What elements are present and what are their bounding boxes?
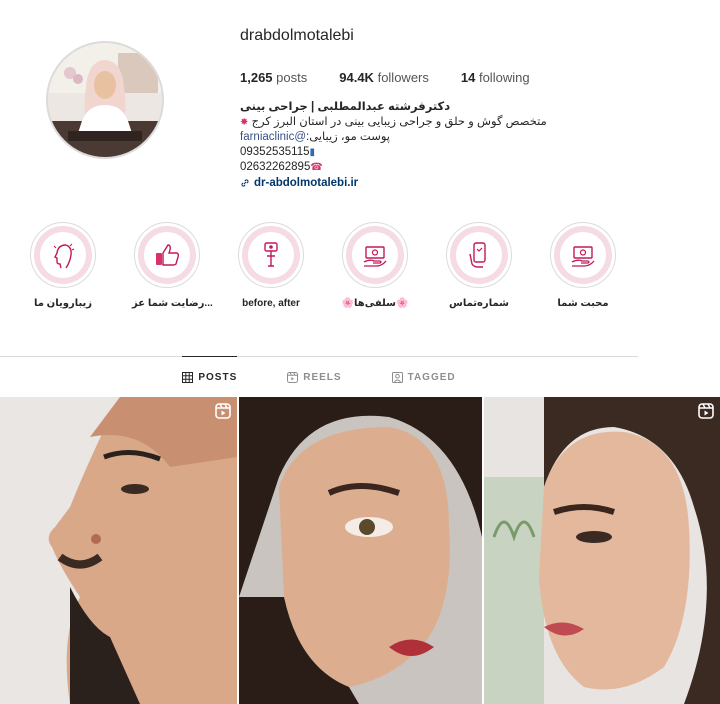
- reels-icon: [287, 371, 299, 383]
- profile-tabs: POSTS REELS TAGGED: [0, 356, 638, 396]
- grid-icon: [182, 372, 194, 383]
- tab-reels-label: REELS: [303, 371, 342, 383]
- mobile-phone-icon: ▮: [309, 146, 316, 158]
- bio-mention[interactable]: farniaclinic@: [240, 131, 306, 143]
- highlight-4[interactable]: شماره‌تماس: [444, 222, 514, 309]
- following-label: following: [478, 70, 530, 85]
- highlight-label: before, after: [242, 298, 300, 309]
- profile-username: drabdolmotalebi: [240, 27, 354, 44]
- highlight-label: محبت شما: [557, 298, 609, 309]
- post-tile[interactable]: [239, 397, 482, 704]
- tab-reels[interactable]: REELS: [287, 356, 341, 396]
- telephone-icon: ☎: [310, 162, 323, 173]
- profile-stats: 1,265 posts 94.4K followers 14 following: [240, 70, 530, 85]
- link-icon: [241, 179, 249, 187]
- phone-hand-icon: [469, 242, 486, 268]
- profile-bio: دکترفرشته عبدالمطلبی | جراحی بینی ✸ متخص…: [240, 100, 547, 191]
- bio-phone-1: 09352535115▮: [240, 145, 540, 161]
- post-tile[interactable]: [484, 397, 720, 704]
- reel-badge-icon: [215, 403, 231, 419]
- bio-specialty: متخصص گوش و حلق و جراحی زیبایی بینی در ا…: [251, 115, 547, 128]
- bio-name: دکترفرشته عبدالمطلبی | جراحی بینی: [240, 101, 451, 113]
- highlight-5[interactable]: محبت شما: [548, 222, 618, 309]
- bio-phone-2: 02632262895☎: [240, 160, 540, 176]
- tab-posts[interactable]: POSTS: [182, 356, 238, 396]
- reel-badge-icon: [698, 403, 714, 419]
- post-image: [0, 397, 237, 704]
- website-url: dr-abdolmotalebi.ir: [254, 176, 359, 189]
- face-profile-icon: [53, 243, 75, 269]
- money-hand-icon: [363, 246, 387, 267]
- tab-tagged[interactable]: TAGGED: [391, 356, 456, 396]
- followers-count: 94.4K: [339, 70, 374, 85]
- profile-avatar[interactable]: [46, 41, 164, 159]
- following-count: 14: [460, 70, 476, 85]
- highlight-3[interactable]: 🌸سلفی‌ها🌸: [340, 222, 410, 309]
- highlight-1[interactable]: رضایت شما عز...: [132, 222, 213, 309]
- bio-line-1: ✸ متخصص گوش و حلق و جراحی زیبایی بینی در…: [240, 115, 547, 131]
- followers-label: followers: [377, 70, 429, 85]
- thumbs-up-icon: [156, 244, 180, 266]
- bio-line-2: farniaclinic@پوست مو، زیبایی:: [240, 130, 540, 145]
- avatar-image: [48, 43, 162, 157]
- highlight-label: رضایت شما عز...: [132, 298, 213, 309]
- tab-posts-label: POSTS: [198, 372, 238, 383]
- bio-services: پوست مو، زیبایی:: [306, 131, 390, 143]
- bio-website-link[interactable]: dr-abdolmotalebi.ir: [240, 176, 540, 191]
- posts-label: posts: [276, 70, 308, 85]
- post-image: [239, 397, 482, 704]
- highlight-label: 🌸سلفی‌ها🌸: [341, 298, 409, 309]
- phone-number-2: 02632262895: [240, 161, 311, 173]
- selfie-stick-icon: [264, 242, 278, 267]
- sparkle-icon: ✸: [240, 116, 249, 128]
- story-highlights: زیبارویان ما رضایت شما عز... before, aft…: [28, 222, 628, 322]
- posts-grid: [0, 397, 720, 704]
- following-stat[interactable]: 14 following: [461, 70, 530, 85]
- highlight-label: شماره‌تماس: [449, 298, 509, 309]
- followers-stat[interactable]: 94.4K followers: [339, 70, 429, 85]
- tagged-icon: [391, 371, 403, 383]
- highlight-0[interactable]: زیبارویان ما: [28, 222, 98, 309]
- posts-stat[interactable]: 1,265 posts: [240, 70, 307, 85]
- post-tile[interactable]: [0, 397, 237, 704]
- post-image: [484, 397, 720, 704]
- phone-number-1: 09352535115: [240, 145, 310, 158]
- highlight-2[interactable]: before, after: [236, 222, 306, 309]
- posts-count: 1,265: [240, 70, 273, 85]
- tab-tagged-label: TAGGED: [407, 371, 456, 383]
- highlight-label: زیبارویان ما: [33, 298, 93, 309]
- money-hand-icon: [571, 246, 595, 267]
